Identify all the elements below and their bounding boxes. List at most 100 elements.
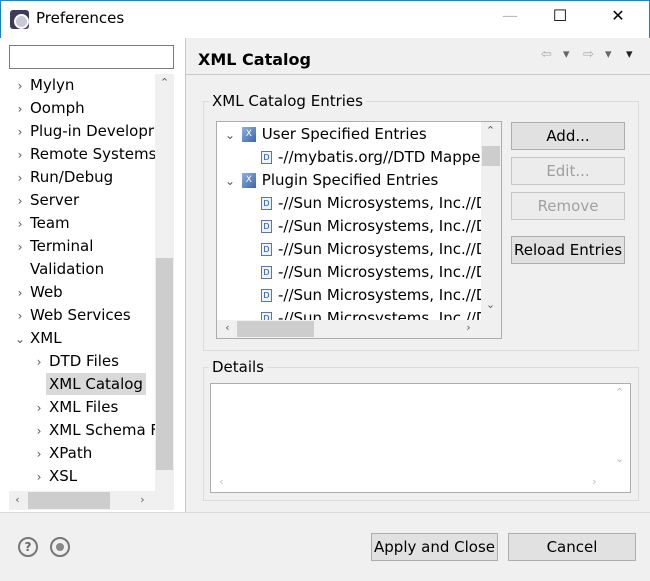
forward-menu-icon[interactable]: ▾	[605, 47, 612, 62]
sidebar-item-label: Mylyn	[30, 76, 75, 94]
sidebar-item-label: Web	[30, 283, 63, 301]
dtd-file-icon: D	[261, 266, 272, 279]
chevron-right-icon[interactable]: ›	[13, 282, 27, 305]
sidebar-horizontal-scrollbar[interactable]: ‹ ›	[9, 491, 174, 510]
remove-button[interactable]: Remove	[511, 192, 625, 220]
catalog-entry-row[interactable]: D -//Sun Microsystems, Inc.//DTD	[261, 238, 481, 261]
entry-label: -//Sun Microsystems, Inc.//DTD	[278, 194, 481, 212]
catalog-icon: X	[241, 127, 256, 142]
entry-label: -//Sun Microsystems, Inc.//DTD	[278, 286, 481, 304]
chevron-right-icon[interactable]: ›	[13, 144, 27, 167]
sidebar-item-xml-catalog[interactable]: XML Catalog	[32, 373, 146, 396]
sidebar-item-label: Remote Systems	[30, 145, 155, 163]
sidebar-item-xpath[interactable]: › XPath	[32, 442, 95, 465]
close-button[interactable]: ✕	[595, 6, 641, 32]
entry-label: Plugin Specified Entries	[261, 171, 439, 189]
eclipse-app-icon	[10, 10, 29, 29]
minimize-button[interactable]: —	[487, 6, 533, 32]
window-title: Preferences	[36, 9, 125, 27]
view-menu-icon[interactable]: ▾	[626, 47, 633, 62]
dtd-file-icon: D	[261, 243, 272, 256]
forward-icon[interactable]: ⇨	[583, 47, 594, 62]
back-menu-icon[interactable]: ▾	[563, 47, 570, 62]
chevron-right-icon[interactable]: ›	[13, 213, 27, 236]
chevron-right-icon[interactable]: ›	[13, 167, 27, 190]
sidebar-item-terminal[interactable]: › Terminal	[13, 235, 96, 258]
chevron-right-icon[interactable]: ›	[13, 121, 27, 144]
entry-label: -//Sun Microsystems, Inc.//DTD	[278, 240, 481, 258]
sidebar-item-label: Server	[30, 191, 80, 209]
sidebar-item-dtd-files[interactable]: › DTD Files	[32, 350, 122, 373]
apply-and-close-button[interactable]: Apply and Close	[371, 533, 498, 561]
entry-label: -//Sun Microsystems, Inc.//DTD	[278, 263, 481, 281]
sidebar-item-label: Plug-in Developr	[30, 122, 155, 140]
catalog-group-row[interactable]: ⌄ X User Specified Entries	[223, 123, 427, 146]
sidebar-item-label: Terminal	[30, 237, 94, 255]
chevron-right-icon[interactable]: ›	[13, 190, 27, 213]
splitter[interactable]	[185, 38, 186, 513]
entries-vertical-scrollbar[interactable]: ⌃ ⌄	[481, 122, 501, 320]
chevron-right-icon[interactable]: ›	[13, 98, 27, 121]
scroll-thumb[interactable]	[156, 258, 173, 470]
chevron-down-icon[interactable]: ⌄	[223, 170, 237, 193]
catalog-entry-row[interactable]: D -//Sun Microsystems, Inc.//DTD	[261, 215, 481, 238]
chevron-right-icon[interactable]: ›	[13, 236, 27, 259]
chevron-right-icon[interactable]: ›	[32, 466, 46, 489]
catalog-entry-row[interactable]: D -//Sun Microsystems, Inc.//DTD	[261, 261, 481, 284]
dtd-file-icon: D	[261, 289, 272, 302]
catalog-entry-row[interactable]: D -//Sun Microsystems, Inc.//DTD	[261, 284, 481, 307]
sidebar-item-label: Web Services	[30, 306, 131, 324]
sidebar-item-label: XML Schema F	[49, 421, 155, 439]
chevron-right-icon[interactable]: ›	[32, 420, 46, 443]
sidebar-item-web[interactable]: › Web	[13, 281, 66, 304]
sidebar-item-server[interactable]: › Server	[13, 189, 82, 212]
sidebar-item-label: XSL	[49, 467, 78, 485]
edit-button[interactable]: Edit...	[511, 157, 625, 185]
chevron-down-icon[interactable]: ⌄	[223, 124, 237, 147]
chevron-right-icon[interactable]: ›	[32, 443, 46, 466]
sidebar-item-oomph[interactable]: › Oomph	[13, 97, 88, 120]
page-title: XML Catalog	[198, 50, 311, 69]
chevron-right-icon[interactable]: ›	[32, 397, 46, 420]
sidebar-item-label: XML Catalog	[46, 373, 146, 395]
sidebar-item-xml[interactable]: ⌄ XML	[13, 327, 65, 350]
catalog-entries-tree[interactable]: ⌄ X User Specified Entries D -//mybatis.org…	[216, 121, 502, 339]
sidebar-item-run-debug[interactable]: › Run/Debug	[13, 166, 116, 189]
sidebar-item-label: XML	[30, 329, 62, 347]
sidebar-item-label: Team	[30, 214, 70, 232]
sidebar-item-remote-systems[interactable]: › Remote Systems	[13, 143, 155, 166]
sidebar-item-web-services[interactable]: › Web Services	[13, 304, 134, 327]
cancel-button[interactable]: Cancel	[508, 533, 636, 561]
chevron-down-icon[interactable]: ⌄	[13, 328, 27, 351]
add-button[interactable]: Add...	[511, 122, 625, 150]
sidebar-item-plug-in-developr[interactable]: › Plug-in Developr	[13, 120, 155, 143]
filter-input[interactable]	[9, 45, 174, 69]
chevron-right-icon[interactable]: ›	[32, 351, 46, 374]
footer-separator	[0, 512, 650, 513]
sidebar-item-label: XPath	[49, 444, 93, 462]
sidebar-vertical-scrollbar[interactable]: ⌃	[155, 74, 174, 491]
catalog-entry-row[interactable]: D -//mybatis.org//DTD Mapper	[261, 146, 481, 169]
help-icon[interactable]: ?	[18, 537, 38, 557]
catalog-group-row[interactable]: ⌄ X Plugin Specified Entries	[223, 169, 438, 192]
preference-tree: › Mylyn › Oomph › Plug-in Developr › Remote Sys…	[9, 74, 155, 491]
details-text-area[interactable]: ⌃ ⌄ ‹ ›	[210, 383, 631, 493]
sidebar-item-xml-files[interactable]: › XML Files	[32, 396, 121, 419]
scroll-thumb[interactable]	[28, 492, 110, 509]
dtd-file-icon: D	[261, 197, 272, 210]
import-export-icon[interactable]	[50, 537, 70, 557]
maximize-button[interactable]: ☐	[537, 6, 583, 32]
chevron-right-icon[interactable]: ›	[13, 305, 27, 328]
entry-label: User Specified Entries	[261, 125, 427, 143]
back-icon[interactable]: ⇦	[541, 47, 552, 62]
catalog-entry-row[interactable]: D -//Sun Microsystems, Inc.//DTD	[261, 307, 481, 320]
sidebar-item-team[interactable]: › Team	[13, 212, 73, 235]
sidebar-item-mylyn[interactable]: › Mylyn	[13, 74, 77, 97]
sidebar-item-validation[interactable]: Validation	[13, 258, 107, 281]
entries-horizontal-scrollbar[interactable]: ‹ ›	[217, 320, 501, 338]
sidebar-item-xsl[interactable]: › XSL	[32, 465, 80, 488]
sidebar-item-xml-schema-f[interactable]: › XML Schema F	[32, 419, 155, 442]
catalog-entry-row[interactable]: D -//Sun Microsystems, Inc.//DTD	[261, 192, 481, 215]
chevron-right-icon[interactable]: ›	[13, 75, 27, 98]
reload-entries-button[interactable]: Reload Entries	[511, 236, 625, 264]
